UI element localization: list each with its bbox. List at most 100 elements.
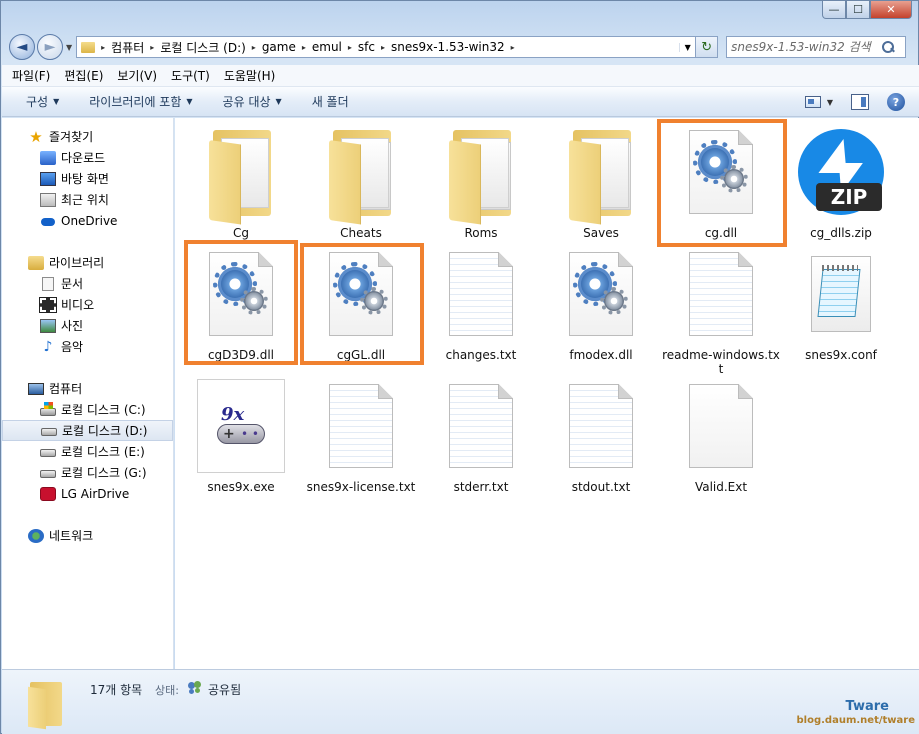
nav-libraries-label: 라이브러리 bbox=[49, 256, 105, 270]
text-file-icon bbox=[317, 376, 405, 476]
file-item[interactable]: Cg bbox=[181, 122, 301, 242]
file-item[interactable]: changes.txt bbox=[421, 244, 541, 364]
menu-edit[interactable]: 편집(E) bbox=[64, 67, 103, 84]
organize-button[interactable]: 구성 ▼ bbox=[26, 93, 59, 110]
music-icon: ♪ bbox=[43, 338, 53, 355]
nav-downloads-label: 다운로드 bbox=[61, 151, 106, 165]
file-item[interactable]: Valid.Ext bbox=[661, 376, 781, 496]
address-dropdown-button[interactable]: ▼ bbox=[679, 42, 695, 52]
nav-network[interactable]: 네트워크 bbox=[2, 525, 173, 546]
new-folder-button[interactable]: 새 폴더 bbox=[312, 93, 349, 110]
state-label: 상태: bbox=[155, 684, 179, 697]
snes9x-app-icon: 9x bbox=[197, 376, 285, 476]
breadcrumb-separator[interactable]: ▸ bbox=[511, 43, 515, 52]
nav-pictures[interactable]: 사진 bbox=[2, 315, 173, 336]
file-item[interactable]: snes9x.conf bbox=[781, 244, 901, 364]
nav-drive-e[interactable]: 로컬 디스크 (E:) bbox=[2, 441, 173, 462]
dll-file-icon bbox=[677, 122, 765, 222]
file-name: readme-windows.txt bbox=[662, 348, 780, 376]
menu-bar: 파일(F) 편집(E) 보기(V) 도구(T) 도움말(H) bbox=[2, 65, 919, 87]
maximize-button[interactable]: ☐ bbox=[846, 1, 870, 19]
address-bar[interactable]: ▸ 컴퓨터 ▸ 로컬 디스크 (D:) ▸ game ▸ emul ▸ sfc … bbox=[76, 36, 697, 58]
preview-pane-icon[interactable] bbox=[851, 94, 869, 110]
search-icon[interactable] bbox=[881, 40, 895, 54]
file-name: snes9x-license.txt bbox=[306, 480, 416, 494]
menu-tools[interactable]: 도구(T) bbox=[171, 67, 210, 84]
include-in-library-button[interactable]: 라이브러리에 포함 ▼ bbox=[89, 93, 192, 110]
nav-libraries[interactable]: 라이브러리 bbox=[2, 252, 173, 273]
breadcrumb-local-disk-d[interactable]: 로컬 디스크 (D:) bbox=[160, 39, 245, 56]
view-options-dropdown[interactable]: ▼ bbox=[827, 98, 833, 107]
folder-icon bbox=[557, 122, 645, 225]
breadcrumb-sfc[interactable]: sfc bbox=[358, 40, 375, 54]
close-button[interactable]: ✕ bbox=[870, 1, 912, 19]
nav-drive-c[interactable]: 로컬 디스크 (C:) bbox=[2, 399, 173, 420]
chevron-down-icon: ▼ bbox=[53, 97, 60, 106]
menu-file[interactable]: 파일(F) bbox=[12, 67, 50, 84]
nav-onedrive[interactable]: OneDrive bbox=[2, 210, 173, 231]
nav-network-label: 네트워크 bbox=[49, 529, 94, 543]
back-button[interactable]: ◄ bbox=[9, 34, 35, 60]
file-item[interactable]: snes9x-license.txt bbox=[301, 376, 421, 506]
refresh-button[interactable]: ↻ bbox=[696, 36, 719, 58]
computer-icon bbox=[28, 382, 44, 395]
folder-icon bbox=[317, 122, 405, 225]
breadcrumb-separator[interactable]: ▸ bbox=[381, 43, 385, 52]
search-box[interactable] bbox=[726, 36, 907, 58]
breadcrumb-emul[interactable]: emul bbox=[312, 40, 342, 54]
nav-documents-label: 문서 bbox=[61, 277, 84, 291]
file-item[interactable]: stdout.txt bbox=[541, 376, 661, 496]
downloads-icon bbox=[40, 150, 56, 165]
file-item[interactable]: fmodex.dll bbox=[541, 244, 661, 364]
gamepad-icon bbox=[217, 424, 265, 444]
nav-desktop[interactable]: 바탕 화면 bbox=[2, 168, 173, 189]
breadcrumb-computer[interactable]: 컴퓨터 bbox=[111, 39, 144, 56]
nav-recent-places[interactable]: 최근 위치 bbox=[2, 189, 173, 210]
folder-icon bbox=[197, 122, 285, 225]
file-item[interactable]: readme-windows.txt bbox=[661, 244, 781, 376]
change-view-icon[interactable] bbox=[804, 96, 821, 108]
minimize-button[interactable]: — bbox=[822, 1, 846, 19]
breadcrumb-game[interactable]: game bbox=[262, 40, 296, 54]
breadcrumb-separator[interactable]: ▸ bbox=[252, 43, 256, 52]
nav-downloads[interactable]: 다운로드 bbox=[2, 147, 173, 168]
item-count: 17개 항목 bbox=[90, 683, 143, 697]
nav-video[interactable]: 비디오 bbox=[2, 294, 173, 315]
nav-documents[interactable]: 문서 bbox=[2, 273, 173, 294]
search-input[interactable] bbox=[731, 40, 882, 54]
menu-view[interactable]: 보기(V) bbox=[117, 67, 157, 84]
help-icon[interactable]: ? bbox=[887, 93, 905, 111]
nav-computer[interactable]: 컴퓨터 bbox=[2, 378, 173, 399]
breadcrumb-separator[interactable]: ▸ bbox=[348, 43, 352, 52]
breadcrumb-separator[interactable]: ▸ bbox=[101, 43, 105, 52]
file-item[interactable]: stderr.txt bbox=[421, 376, 541, 496]
forward-button[interactable]: ► bbox=[37, 34, 63, 60]
file-item-selected[interactable]: cg.dll bbox=[661, 122, 781, 242]
details-pane: 17개 항목 상태: 공유됨 Tware blog.daum.net/tware bbox=[2, 669, 919, 734]
file-item[interactable]: cgGL.dll bbox=[301, 244, 421, 364]
menu-help[interactable]: 도움말(H) bbox=[224, 67, 276, 84]
drive-icon bbox=[40, 449, 56, 457]
video-icon bbox=[39, 296, 57, 313]
share-with-button[interactable]: 공유 대상 ▼ bbox=[223, 93, 282, 110]
breadcrumb-separator[interactable]: ▸ bbox=[150, 43, 154, 52]
nav-onedrive-label: OneDrive bbox=[61, 213, 118, 228]
nav-lg-airdrive[interactable]: LG AirDrive bbox=[2, 483, 173, 504]
file-item[interactable]: Cheats bbox=[301, 122, 421, 242]
nav-drive-d[interactable]: 로컬 디스크 (D:) bbox=[2, 420, 173, 441]
file-item[interactable]: Saves bbox=[541, 122, 661, 242]
snes9x-logo-text: 9x bbox=[221, 404, 245, 425]
breadcrumb-separator[interactable]: ▸ bbox=[302, 43, 306, 52]
file-name: snes9x.exe bbox=[207, 480, 275, 494]
nav-favorites[interactable]: ★ 즐겨찾기 bbox=[2, 126, 173, 147]
file-item[interactable]: cgD3D9.dll bbox=[181, 244, 301, 364]
star-icon: ★ bbox=[29, 127, 43, 146]
file-item[interactable]: Roms bbox=[421, 122, 541, 242]
nav-music[interactable]: ♪ 음악 bbox=[2, 336, 173, 357]
breadcrumb-snes9x[interactable]: snes9x-1.53-win32 bbox=[391, 40, 505, 54]
nav-lg-airdrive-label: LG AirDrive bbox=[61, 486, 130, 501]
file-item[interactable]: ZIP cg_dlls.zip bbox=[781, 122, 901, 242]
file-item[interactable]: 9x snes9x.exe bbox=[181, 376, 301, 496]
nav-drive-g[interactable]: 로컬 디스크 (G:) bbox=[2, 462, 173, 483]
recent-pages-dropdown[interactable]: ▼ bbox=[66, 43, 72, 52]
